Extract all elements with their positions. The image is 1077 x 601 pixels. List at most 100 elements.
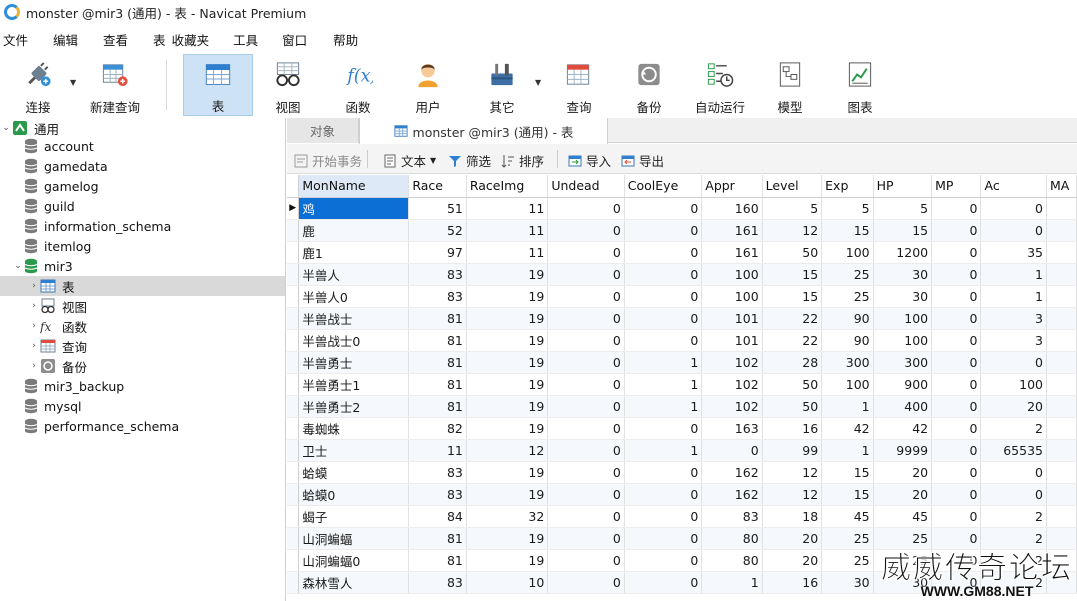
table-cell[interactable]: 50 — [762, 373, 823, 396]
row-gutter[interactable] — [287, 285, 300, 308]
table-cell[interactable]: 45 — [821, 505, 874, 528]
table-cell[interactable]: 19 — [466, 483, 549, 506]
table-cell[interactable]: 100 — [821, 241, 874, 264]
table-cell[interactable] — [1046, 241, 1077, 264]
table-cell[interactable]: 山洞蝙蝠 — [298, 527, 410, 550]
table-cell[interactable]: 半兽勇士2 — [298, 395, 410, 418]
table-cell[interactable]: 83 — [408, 483, 467, 506]
table-cell[interactable]: 12 — [762, 483, 823, 506]
table-cell[interactable]: 1 — [624, 395, 703, 418]
menu-file[interactable]: 文件 — [0, 30, 31, 49]
table-cell[interactable]: 90 — [821, 329, 874, 352]
table-cell[interactable]: 162 — [701, 483, 763, 506]
user-button[interactable]: 用户 — [402, 54, 454, 116]
table-cell[interactable]: 0 — [547, 439, 625, 462]
table-cell[interactable]: 0 — [931, 505, 982, 528]
table-cell[interactable]: 0 — [980, 483, 1047, 506]
table-cell[interactable]: 18 — [762, 505, 823, 528]
table-cell[interactable]: 25 — [821, 263, 874, 286]
table-cell[interactable]: 12 — [466, 439, 549, 462]
table-cell[interactable]: 0 — [931, 307, 982, 330]
table-row[interactable]: 半兽战士 81 19 0 0 101 22 90 100 0 3 — [287, 307, 1077, 330]
table-cell[interactable]: 20 — [873, 483, 933, 506]
table-cell[interactable]: 5 — [821, 197, 874, 220]
table-row[interactable]: 蛤蟆0 83 19 0 0 162 12 15 20 0 0 — [287, 483, 1077, 506]
table-cell[interactable]: 19 — [466, 417, 549, 440]
filter-button[interactable]: 筛选 — [448, 151, 491, 170]
table-cell[interactable]: 102 — [701, 351, 763, 374]
table-cell[interactable]: 0 — [547, 263, 625, 286]
tree-db-mir3[interactable]: ⌄ mir3 — [0, 256, 285, 276]
table-cell[interactable]: 5 — [762, 197, 823, 220]
table-cell[interactable]: 80 — [701, 527, 763, 550]
current-row-indicator-icon[interactable]: ▶ — [287, 197, 300, 220]
table-cell[interactable]: 100 — [873, 329, 933, 352]
table-cell[interactable]: 2 — [980, 505, 1047, 528]
table-cell[interactable]: 81 — [408, 307, 467, 330]
table-cell[interactable]: 65535 — [980, 439, 1047, 462]
table-cell[interactable]: 80 — [701, 549, 763, 572]
table-row[interactable]: ▶ 鸡 51 11 0 0 160 5 5 5 0 0 — [287, 197, 1077, 220]
row-gutter[interactable] — [287, 527, 300, 550]
table-cell[interactable]: 20 — [762, 549, 823, 572]
table-row[interactable]: 半兽战士0 81 19 0 0 101 22 90 100 0 3 — [287, 329, 1077, 352]
table-cell[interactable]: 101 — [701, 329, 763, 352]
table-cell[interactable]: 1 — [624, 373, 703, 396]
table-cell[interactable] — [1046, 351, 1077, 374]
table-cell[interactable]: 19 — [466, 307, 549, 330]
table-row[interactable]: 半兽勇士2 81 19 0 1 102 50 1 400 0 20 — [287, 395, 1077, 418]
table-cell[interactable]: 15 — [762, 263, 823, 286]
table-cell[interactable]: 28 — [762, 351, 823, 374]
table-cell[interactable]: 0 — [931, 373, 982, 396]
table-cell[interactable]: 半兽战士0 — [298, 329, 410, 352]
table-cell[interactable]: 1 — [701, 571, 763, 594]
row-gutter[interactable] — [287, 439, 300, 462]
table-cell[interactable]: 19 — [466, 285, 549, 308]
table-cell[interactable]: 19 — [466, 263, 549, 286]
table-cell[interactable]: 16 — [762, 571, 823, 594]
table-row[interactable]: 半兽勇士 81 19 0 1 102 28 300 300 0 0 — [287, 351, 1077, 374]
row-gutter[interactable] — [287, 461, 300, 484]
table-row[interactable]: 毒蜘蛛 82 19 0 0 163 16 42 42 0 2 — [287, 417, 1077, 440]
table-cell[interactable]: 山洞蝙蝠0 — [298, 549, 410, 572]
expand-arrow-icon[interactable]: › — [28, 321, 40, 331]
table-cell[interactable]: 160 — [701, 197, 763, 220]
menu-window[interactable]: 窗口 — [279, 30, 310, 49]
table-cell[interactable]: 100 — [701, 285, 763, 308]
tree-node-tables[interactable]: › 表 — [0, 276, 285, 296]
table-cell[interactable]: 0 — [624, 307, 703, 330]
table-cell[interactable]: 45 — [873, 505, 933, 528]
table-cell[interactable]: 森林雪人 — [298, 571, 410, 594]
table-cell[interactable] — [1046, 417, 1077, 440]
column-header[interactable]: Undead — [547, 175, 625, 198]
table-cell[interactable]: 81 — [408, 351, 467, 374]
export-button[interactable]: 导出 — [621, 151, 664, 170]
table-cell[interactable]: 0 — [547, 219, 625, 242]
table-cell[interactable]: 51 — [408, 197, 467, 220]
table-cell[interactable]: 50 — [762, 241, 823, 264]
sort-button[interactable]: 排序 — [501, 151, 544, 170]
menu-edit[interactable]: 编辑 — [50, 30, 81, 49]
row-gutter[interactable] — [287, 329, 300, 352]
table-cell[interactable]: 30 — [873, 263, 933, 286]
table-cell[interactable]: 0 — [624, 571, 703, 594]
table-cell[interactable]: 19 — [466, 549, 549, 572]
table-cell[interactable]: 0 — [547, 329, 625, 352]
backup-button[interactable]: 备份 — [623, 54, 675, 116]
table-cell[interactable]: 162 — [701, 461, 763, 484]
table-cell[interactable]: 20 — [980, 395, 1047, 418]
table-cell[interactable]: 1 — [980, 263, 1047, 286]
table-cell[interactable]: 83 — [408, 285, 467, 308]
column-header[interactable]: Race — [408, 175, 467, 198]
other-button[interactable]: 其它 — [476, 54, 528, 116]
table-cell[interactable]: 25 — [821, 285, 874, 308]
table-cell[interactable]: 11 — [466, 241, 549, 264]
table-cell[interactable] — [1046, 483, 1077, 506]
table-cell[interactable]: 1 — [624, 351, 703, 374]
table-cell[interactable]: 22 — [762, 307, 823, 330]
table-cell[interactable]: 卫士 — [298, 439, 410, 462]
table-cell[interactable]: 19 — [466, 351, 549, 374]
connect-dropdown-icon[interactable]: ▼ — [70, 78, 76, 87]
menu-tools[interactable]: 工具 — [230, 30, 261, 49]
table-cell[interactable]: 1 — [821, 439, 874, 462]
